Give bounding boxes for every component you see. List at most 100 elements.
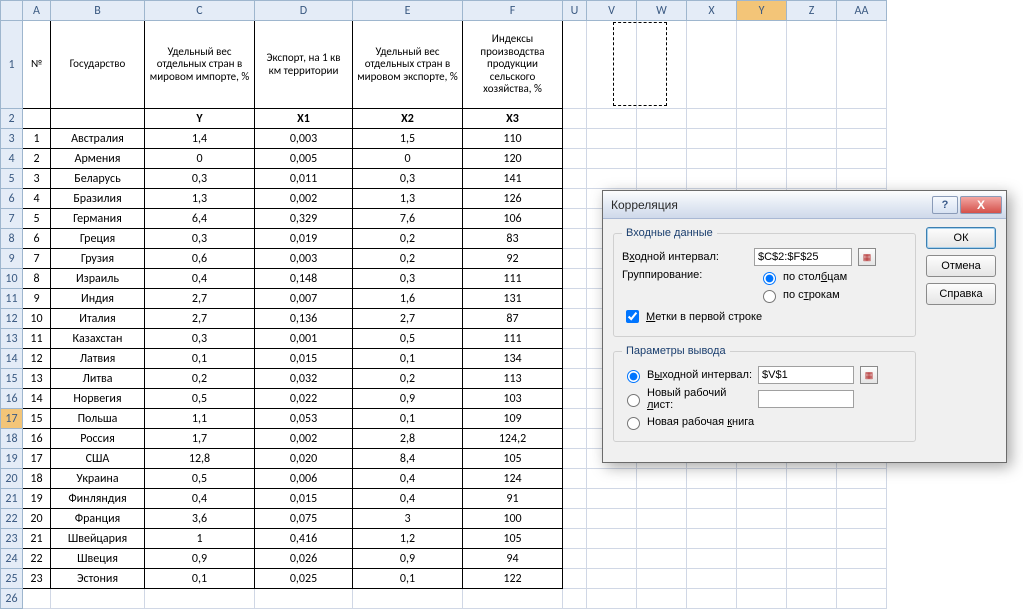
data-cell[interactable]: 0,019 — [255, 229, 353, 249]
cell[interactable] — [837, 489, 887, 509]
cell[interactable] — [687, 569, 737, 589]
row-header-7[interactable]: 7 — [1, 209, 23, 229]
data-cell[interactable]: Германия — [51, 209, 145, 229]
data-cell[interactable]: 111 — [463, 329, 563, 349]
cell[interactable] — [737, 569, 787, 589]
close-icon[interactable]: X — [960, 196, 1002, 214]
cell[interactable] — [787, 569, 837, 589]
new-workbook-radio[interactable]: Новая рабочая книга — [622, 414, 754, 430]
data-cell[interactable]: 0,002 — [255, 429, 353, 449]
cell[interactable] — [587, 569, 637, 589]
data-cell[interactable]: 111 — [463, 269, 563, 289]
data-cell[interactable]: Израиль — [51, 269, 145, 289]
data-cell[interactable]: 100 — [463, 509, 563, 529]
cell[interactable] — [737, 169, 787, 189]
data-cell[interactable]: 0,005 — [255, 149, 353, 169]
data-cell[interactable]: 1,2 — [353, 529, 463, 549]
data-cell[interactable]: 6 — [23, 229, 51, 249]
cell[interactable] — [563, 109, 587, 129]
data-cell[interactable]: 16 — [23, 429, 51, 449]
row-header-11[interactable]: 11 — [1, 289, 23, 309]
data-cell[interactable]: Армения — [51, 149, 145, 169]
cell[interactable] — [563, 149, 587, 169]
cell[interactable] — [787, 169, 837, 189]
data-cell[interactable]: 8 — [23, 269, 51, 289]
cell[interactable] — [737, 149, 787, 169]
range-picker-icon[interactable]: ▦ — [858, 248, 876, 266]
cell[interactable] — [587, 21, 637, 109]
cell[interactable] — [563, 529, 587, 549]
row-header-5[interactable]: 5 — [1, 169, 23, 189]
data-cell[interactable]: 0,2 — [353, 229, 463, 249]
data-cell[interactable]: 1 — [145, 529, 255, 549]
cell[interactable] — [563, 169, 587, 189]
data-cell[interactable]: США — [51, 449, 145, 469]
row-header-9[interactable]: 9 — [1, 249, 23, 269]
data-cell[interactable]: 3 — [353, 509, 463, 529]
data-cell[interactable]: Франция — [51, 509, 145, 529]
cell[interactable] — [687, 529, 737, 549]
cell[interactable] — [787, 529, 837, 549]
data-cell[interactable]: 0,006 — [255, 469, 353, 489]
cell[interactable] — [787, 149, 837, 169]
data-cell[interactable]: 0 — [145, 149, 255, 169]
data-cell[interactable]: 10 — [23, 309, 51, 329]
cell[interactable] — [737, 469, 787, 489]
cell[interactable] — [737, 21, 787, 109]
cell[interactable] — [637, 569, 687, 589]
cell[interactable] — [837, 469, 887, 489]
data-cell[interactable]: 1,4 — [145, 129, 255, 149]
row-header-17[interactable]: 17 — [1, 409, 23, 429]
variable-label-cell[interactable]: Y — [145, 109, 255, 129]
ok-button[interactable]: ОК — [926, 227, 996, 249]
data-cell[interactable]: 1,7 — [145, 429, 255, 449]
row-header-20[interactable]: 20 — [1, 469, 23, 489]
cell[interactable] — [787, 489, 837, 509]
cell[interactable] — [637, 149, 687, 169]
data-cell[interactable]: Россия — [51, 429, 145, 449]
row-header-25[interactable]: 25 — [1, 569, 23, 589]
variable-label-cell[interactable]: X1 — [255, 109, 353, 129]
row-header-19[interactable]: 19 — [1, 449, 23, 469]
data-cell[interactable]: 2,8 — [353, 429, 463, 449]
cell[interactable] — [637, 129, 687, 149]
cell[interactable] — [563, 429, 587, 449]
data-cell[interactable]: Индия — [51, 289, 145, 309]
data-cell[interactable]: 0,148 — [255, 269, 353, 289]
data-cell[interactable]: 2,7 — [145, 289, 255, 309]
column-header-B[interactable]: B — [51, 1, 145, 21]
data-cell[interactable]: Литва — [51, 369, 145, 389]
data-cell[interactable]: 18 — [23, 469, 51, 489]
by-rows-radio[interactable]: по строкам — [758, 287, 847, 303]
cell[interactable] — [687, 489, 737, 509]
data-cell[interactable]: Беларусь — [51, 169, 145, 189]
data-cell[interactable]: 12 — [23, 349, 51, 369]
data-cell[interactable]: 124,2 — [463, 429, 563, 449]
new-worksheet-name-field[interactable] — [758, 390, 854, 408]
cell[interactable] — [563, 509, 587, 529]
cell[interactable] — [587, 549, 637, 569]
data-cell[interactable]: Норвегия — [51, 389, 145, 409]
cell[interactable] — [737, 109, 787, 129]
cell[interactable] — [587, 149, 637, 169]
cell[interactable] — [587, 529, 637, 549]
cell[interactable] — [687, 169, 737, 189]
data-cell[interactable]: 3 — [23, 169, 51, 189]
data-cell[interactable]: 0,1 — [353, 349, 463, 369]
cell[interactable] — [687, 21, 737, 109]
data-cell[interactable]: Украина — [51, 469, 145, 489]
row-header-8[interactable]: 8 — [1, 229, 23, 249]
data-cell[interactable]: 126 — [463, 189, 563, 209]
cell[interactable] — [587, 169, 637, 189]
cell[interactable] — [587, 489, 637, 509]
table-header-cell[interactable]: Удельный вес отдельных стран в мировом и… — [145, 21, 255, 109]
data-cell[interactable]: Австралия — [51, 129, 145, 149]
row-header-4[interactable]: 4 — [1, 149, 23, 169]
data-cell[interactable]: 0,4 — [353, 489, 463, 509]
data-cell[interactable]: 124 — [463, 469, 563, 489]
data-cell[interactable]: 0,4 — [145, 489, 255, 509]
data-cell[interactable]: 0,3 — [353, 169, 463, 189]
cell[interactable] — [837, 149, 887, 169]
help-button[interactable]: Справка — [926, 283, 996, 305]
data-cell[interactable]: 1,5 — [353, 129, 463, 149]
